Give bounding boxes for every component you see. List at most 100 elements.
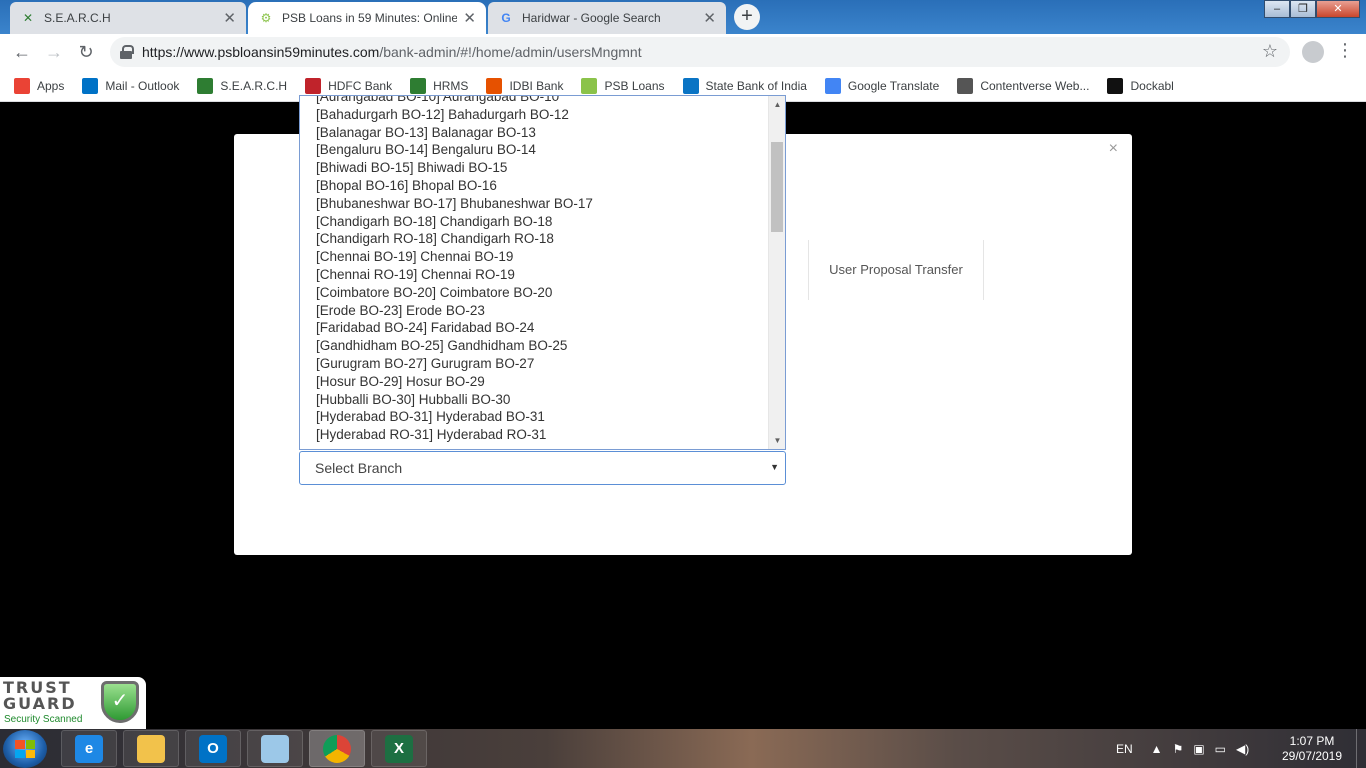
branch-option[interactable]: [Chennai RO-19] Chennai RO-19 bbox=[300, 266, 768, 284]
tab-title: PSB Loans in 59 Minutes: Online bbox=[282, 11, 458, 25]
bookmark-item[interactable]: PSB Loans bbox=[581, 77, 665, 94]
scrollbar-thumb[interactable] bbox=[771, 142, 783, 232]
clock-time: 1:07 PM bbox=[1289, 734, 1335, 748]
bookmark-label: HRMS bbox=[433, 78, 469, 93]
taskbar-app[interactable]: X bbox=[371, 730, 427, 767]
bookmark-item[interactable]: HRMS bbox=[410, 77, 469, 94]
tab-user-proposal-transfer[interactable]: User Proposal Transfer bbox=[808, 240, 984, 300]
bookmark-label: State Bank of India bbox=[705, 78, 807, 93]
tab-google-search[interactable]: G Haridwar - Google Search ✕ bbox=[488, 2, 726, 34]
minimize-button[interactable]: – bbox=[1264, 0, 1290, 18]
outlook-icon bbox=[82, 77, 99, 94]
new-tab-button[interactable]: + bbox=[734, 4, 760, 30]
system-tray: EN ▲ ⚑ ▣ ▭ ◀) bbox=[1116, 729, 1259, 768]
taskbar-app[interactable] bbox=[247, 730, 303, 767]
bookmark-item[interactable]: HDFC Bank bbox=[305, 77, 393, 94]
branch-dropdown-list[interactable]: [Aurangabad BO-10] Aurangabad BO-10 [Baha… bbox=[299, 95, 786, 450]
branch-option[interactable]: [Erode BO-23] Erode BO-23 bbox=[300, 302, 768, 320]
branch-options: [Aurangabad BO-10] Aurangabad BO-10 [Baha… bbox=[300, 96, 768, 444]
branch-select[interactable]: Select Branch ▼ bbox=[299, 451, 786, 485]
browser-tab-strip: ✕ S.E.A.R.C.H ✕ ⚙ PSB Loans in 59 Minute… bbox=[0, 0, 1366, 34]
taskbar-app[interactable]: O bbox=[185, 730, 241, 767]
bookmark-label: HDFC Bank bbox=[328, 78, 393, 93]
branch-option[interactable]: [Chandigarh BO-18] Chandigarh BO-18 bbox=[300, 213, 768, 231]
language-indicator[interactable]: EN bbox=[1116, 742, 1133, 756]
tab-search[interactable]: ✕ S.E.A.R.C.H ✕ bbox=[10, 2, 246, 34]
system-clock[interactable]: 1:07 PM 29/07/2019 bbox=[1276, 734, 1348, 764]
contentverse-icon bbox=[957, 77, 974, 94]
bookmark-item[interactable]: IDBI Bank bbox=[486, 77, 564, 94]
flag-icon[interactable]: ⚑ bbox=[1173, 742, 1184, 756]
shield-check-icon: ✓ bbox=[101, 681, 139, 723]
branch-option[interactable]: [Hyderabad BO-31] Hyderabad BO-31 bbox=[300, 408, 768, 426]
bookmark-item[interactable]: Mail - Outlook bbox=[82, 77, 180, 94]
bookmark-item[interactable]: Dockabl bbox=[1107, 77, 1174, 94]
branch-option[interactable]: [Hyderabad RO-31] Hyderabad RO-31 bbox=[300, 426, 768, 444]
branch-option[interactable]: [Bhiwadi BO-15] Bhiwadi BO-15 bbox=[300, 159, 768, 177]
taskbar-app[interactable] bbox=[123, 730, 179, 767]
taskbar-app[interactable] bbox=[309, 730, 365, 767]
branch-option[interactable]: [Bengaluru BO-14] Bengaluru BO-14 bbox=[300, 141, 768, 159]
branch-option[interactable]: [Hubballi BO-30] Hubballi BO-30 bbox=[300, 391, 768, 409]
scroll-down-arrow-icon[interactable]: ▼ bbox=[769, 432, 785, 449]
profile-avatar[interactable] bbox=[1302, 41, 1324, 63]
window-close-button[interactable]: ✕ bbox=[1316, 0, 1360, 18]
branch-option[interactable]: [Gandhidham BO-25] Gandhidham BO-25 bbox=[300, 337, 768, 355]
taskbar-app[interactable]: e bbox=[61, 730, 117, 767]
internet-explorer-icon: e bbox=[75, 734, 103, 763]
reload-icon[interactable]: ↻ bbox=[74, 40, 98, 64]
start-button[interactable] bbox=[3, 730, 47, 768]
branch-option[interactable]: [Gurugram BO-27] Gurugram BO-27 bbox=[300, 355, 768, 373]
bookmark-item[interactable]: State Bank of India bbox=[682, 77, 807, 94]
branch-option[interactable]: [Bahadurgarh BO-12] Bahadurgarh BO-12 bbox=[300, 106, 768, 124]
psb-logo-icon: ⚙ bbox=[260, 11, 272, 25]
window-controls: – ❐ ✕ bbox=[1264, 0, 1360, 18]
tab-title: S.E.A.R.C.H bbox=[44, 11, 111, 25]
dropdown-scrollbar[interactable]: ▲ ▼ bbox=[768, 96, 785, 449]
bookmark-label: Mail - Outlook bbox=[105, 78, 180, 93]
branch-option[interactable]: [Balanagar BO-13] Balanagar BO-13 bbox=[300, 124, 768, 142]
bookmark-label: IDBI Bank bbox=[509, 78, 564, 93]
address-bar[interactable]: https://www.psbloansin59minutes.com/bank… bbox=[110, 37, 1290, 67]
branch-option[interactable]: [Chennai BO-19] Chennai BO-19 bbox=[300, 248, 768, 266]
bookmark-item[interactable]: S.E.A.R.C.H bbox=[197, 77, 287, 94]
show-desktop-button[interactable] bbox=[1356, 729, 1366, 768]
branch-option[interactable]: [Bhubaneshwar BO-17] Bhubaneshwar BO-17 bbox=[300, 195, 768, 213]
branch-option[interactable]: [Chandigarh RO-18] Chandigarh RO-18 bbox=[300, 230, 768, 248]
tab-psb-loans[interactable]: ⚙ PSB Loans in 59 Minutes: Online ✕ bbox=[248, 2, 486, 34]
bookmark-label: Contentverse Web... bbox=[980, 78, 1090, 93]
bookmark-label: Apps bbox=[37, 78, 65, 93]
hdfc-icon bbox=[305, 77, 322, 94]
windows-taskbar: e O X EN ▲ ⚑ ▣ ▭ ◀) 1:07 PM 29/07/2019 bbox=[0, 729, 1366, 768]
close-tab-icon[interactable]: ✕ bbox=[463, 9, 476, 27]
modal-close-button[interactable]: × bbox=[1109, 140, 1118, 158]
branch-option[interactable]: [Coimbatore BO-20] Coimbatore BO-20 bbox=[300, 284, 768, 302]
bookmark-item[interactable]: Apps bbox=[14, 77, 65, 94]
close-tab-icon[interactable]: ✕ bbox=[703, 9, 716, 27]
maximize-button[interactable]: ❐ bbox=[1290, 0, 1316, 18]
volume-icon[interactable]: ◀) bbox=[1236, 742, 1249, 756]
tab-title: Haridwar - Google Search bbox=[522, 11, 661, 25]
forward-arrow-icon[interactable]: → bbox=[42, 40, 66, 64]
bookmark-item[interactable]: Contentverse Web... bbox=[957, 77, 1090, 94]
close-tab-icon[interactable]: ✕ bbox=[223, 9, 236, 27]
back-arrow-icon[interactable]: ← bbox=[10, 40, 34, 64]
branch-option[interactable]: [Hosur BO-29] Hosur BO-29 bbox=[300, 373, 768, 391]
url-text: https://www.psbloansin59minutes.com/bank… bbox=[142, 44, 642, 60]
network-app-icon bbox=[261, 734, 289, 763]
menu-kebab-icon[interactable]: ⋮ bbox=[1336, 40, 1354, 61]
scroll-up-arrow-icon[interactable]: ▲ bbox=[769, 96, 785, 113]
network-icon[interactable]: ▭ bbox=[1215, 742, 1226, 756]
bookmark-label: Dockabl bbox=[1130, 78, 1174, 93]
tray-expand-icon[interactable]: ▲ bbox=[1151, 742, 1163, 756]
trustguard-badge[interactable]: TRUST GUARD Security Scanned ✓ bbox=[0, 677, 146, 729]
branch-select-value: Select Branch bbox=[315, 460, 403, 476]
chevron-down-icon: ▼ bbox=[770, 462, 779, 472]
device-icon[interactable]: ▣ bbox=[1193, 742, 1204, 756]
bookmark-item[interactable]: Google Translate bbox=[824, 77, 939, 94]
branch-option[interactable]: [Faridabad BO-24] Faridabad BO-24 bbox=[300, 319, 768, 337]
bookmark-star-icon[interactable]: ☆ bbox=[1262, 41, 1278, 62]
excel-icon: X bbox=[385, 734, 413, 763]
branch-option[interactable]: [Bhopal BO-16] Bhopal BO-16 bbox=[300, 177, 768, 195]
branch-option[interactable]: [Aurangabad BO-10] Aurangabad BO-10 bbox=[300, 96, 768, 106]
